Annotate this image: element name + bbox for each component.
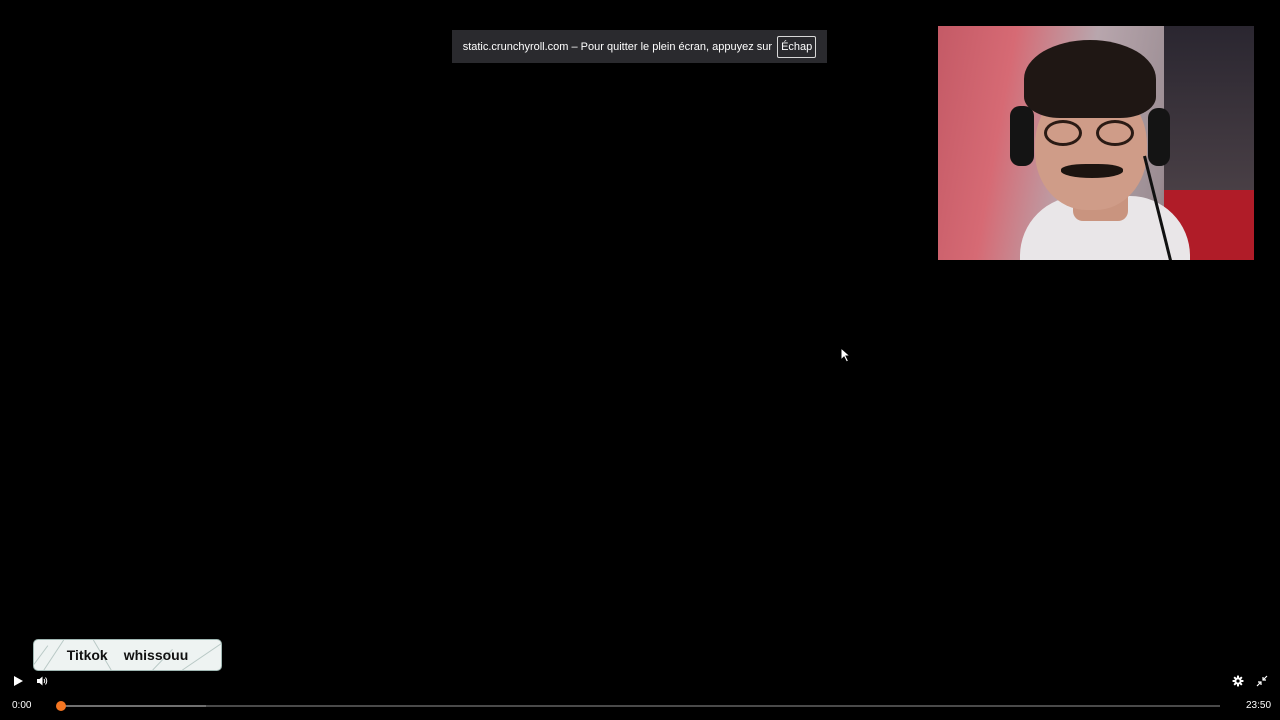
mouse-cursor-icon: [840, 347, 852, 363]
badge-tiktok-label: Titkok: [66, 647, 108, 663]
duration-time: 23:50: [1246, 700, 1272, 711]
fullscreen-notice-message: static.crunchyroll.com – Pour quitter le…: [462, 40, 773, 53]
webcam-person-mustache: [1061, 164, 1123, 178]
webcam-overlay: [938, 26, 1254, 260]
progress-bar[interactable]: [60, 705, 1220, 707]
badge-username: whissouu: [123, 647, 189, 663]
gear-icon: [1232, 675, 1244, 687]
subtitle-badge: Titkok whissouu: [33, 639, 222, 671]
volume-icon: [37, 676, 48, 686]
settings-button[interactable]: [1230, 673, 1246, 689]
fullscreen-notice: static.crunchyroll.com – Pour quitter le…: [452, 30, 827, 63]
headphone-left: [1010, 106, 1034, 166]
progress-scrubber-handle[interactable]: [56, 701, 66, 711]
play-icon: [14, 676, 23, 686]
video-player[interactable]: static.crunchyroll.com – Pour quitter le…: [0, 0, 1280, 720]
play-button[interactable]: [10, 673, 26, 689]
current-time: 0:00: [12, 700, 32, 711]
webcam-person-glasses: [1036, 120, 1146, 150]
webcam-person-hair: [1024, 40, 1156, 118]
exit-fullscreen-icon: [1256, 675, 1268, 687]
escape-key-hint: Échap: [777, 35, 817, 58]
webcam-background: [1164, 26, 1254, 196]
volume-button[interactable]: [34, 673, 50, 689]
headphone-right: [1148, 108, 1170, 166]
exit-fullscreen-button[interactable]: [1254, 673, 1270, 689]
progress-buffered: [60, 705, 207, 707]
